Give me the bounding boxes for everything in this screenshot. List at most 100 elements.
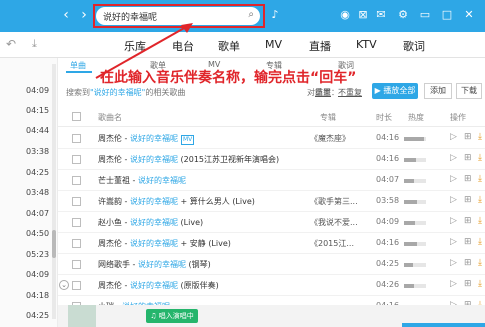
song-name[interactable]: 周杰伦 - 说好的幸福呢 (原版伴奏) bbox=[98, 280, 219, 291]
song-artist: 许嵩韵 - bbox=[98, 197, 130, 206]
play-icon[interactable]: ▷ bbox=[450, 174, 457, 184]
select-all-checkbox[interactable] bbox=[72, 112, 81, 121]
sort-reset-link[interactable]: 重置 bbox=[315, 87, 331, 98]
play-icon[interactable]: ▷ bbox=[450, 237, 457, 247]
download-button[interactable]: 下载 bbox=[456, 83, 482, 99]
song-suffix: + 算什么男人 (Live) bbox=[177, 197, 255, 206]
download-icon[interactable]: ⤓ bbox=[478, 132, 482, 142]
song-artist: 周杰伦 - bbox=[98, 155, 130, 164]
row-checkbox[interactable] bbox=[72, 176, 81, 185]
add-icon[interactable]: ⊞ bbox=[464, 216, 472, 226]
song-duration: 04:09 bbox=[376, 217, 400, 226]
download-icon[interactable]: ⤓ bbox=[478, 279, 482, 289]
song-name[interactable]: 周杰伦 - 说好的幸福呢 + 安静 (Live) bbox=[98, 238, 231, 249]
song-duration: 03:58 bbox=[376, 196, 400, 205]
add-icon[interactable]: ⊞ bbox=[464, 174, 472, 184]
heat-bar bbox=[404, 242, 417, 246]
row-checkbox[interactable] bbox=[72, 281, 81, 290]
play-icon[interactable]: ▷ bbox=[450, 195, 457, 205]
add-icon[interactable]: ⊞ bbox=[464, 237, 472, 247]
annotation-text: 在此输入音乐伴奏名称，输完点击“回车” bbox=[100, 70, 357, 86]
mv-badge[interactable]: MV bbox=[180, 135, 195, 145]
song-suffix: (钢琴) bbox=[185, 260, 211, 269]
col-ops: 操作 bbox=[450, 113, 466, 122]
table-row[interactable]: ⌄ 周杰伦 - 说好的幸福呢 (原版伴奏) 04:26 ▷ ⊞ ⤓ bbox=[58, 275, 485, 296]
song-duration: 04:25 bbox=[376, 259, 400, 268]
song-title: 说好的幸福呢 bbox=[137, 260, 186, 269]
download-icon[interactable]: ⤓ bbox=[478, 258, 482, 268]
karaoke-button[interactable]: ♫ 唱入演唱中 bbox=[146, 309, 198, 323]
heat-bar bbox=[404, 158, 416, 162]
heat-bar bbox=[404, 179, 414, 183]
download-icon[interactable]: ⤓ bbox=[478, 174, 482, 184]
table-row[interactable]: 许嵩韵 - 说好的幸福呢 + 算什么男人 (Live) 《歌手第三... 03:58… bbox=[58, 191, 485, 212]
song-title: 说好的幸福呢 bbox=[129, 218, 178, 227]
add-button[interactable]: 添加 bbox=[424, 83, 452, 99]
table-row[interactable]: 网络歌手 - 说好的幸福呢 (钢琴) 04:25 ▷ ⊞ ⤓ bbox=[58, 254, 485, 275]
song-artist: 赵小鱼 - bbox=[98, 218, 130, 227]
bottom-bar: ♫ 唱入演唱中 bbox=[58, 305, 485, 327]
avatar[interactable] bbox=[68, 305, 96, 327]
progress-bar[interactable] bbox=[402, 323, 485, 327]
download-icon[interactable]: ⤓ bbox=[478, 216, 482, 226]
row-checkbox[interactable] bbox=[72, 218, 81, 227]
add-icon[interactable]: ⊞ bbox=[464, 132, 472, 142]
play-icon[interactable]: ▷ bbox=[450, 279, 457, 289]
song-artist: 周杰伦 - bbox=[98, 281, 130, 290]
download-icon[interactable]: ⤓ bbox=[478, 195, 482, 205]
song-artist: 周杰伦 - bbox=[98, 134, 130, 143]
table-row[interactable]: 周杰伦 - 说好的幸福呢 + 安静 (Live) 《2015江... 04:16 ▷ ⊞… bbox=[58, 233, 485, 254]
expand-icon[interactable]: ⌄ bbox=[59, 280, 69, 290]
row-checkbox[interactable] bbox=[72, 155, 81, 164]
row-checkbox[interactable] bbox=[72, 239, 81, 248]
add-icon[interactable]: ⊞ bbox=[464, 258, 472, 268]
song-artist: 周杰伦 - bbox=[98, 239, 130, 248]
song-suffix: + 安静 (Live) bbox=[177, 239, 231, 248]
song-name[interactable]: 周杰伦 - 说好的幸福呢 (2015江苏卫视新年演唱会) bbox=[98, 154, 279, 165]
song-title: 说好的幸福呢 bbox=[129, 134, 178, 143]
play-icon[interactable]: ▷ bbox=[450, 216, 457, 226]
play-icon[interactable]: ▷ bbox=[450, 258, 457, 268]
play-all-button[interactable]: ▶ 播放全部 bbox=[372, 83, 418, 99]
song-name[interactable]: 赵小鱼 - 说好的幸福呢 (Live) bbox=[98, 217, 203, 228]
download-icon[interactable]: ⤓ bbox=[478, 237, 482, 247]
song-album[interactable]: 《2015江... bbox=[310, 238, 354, 249]
song-name[interactable]: 许嵩韵 - 说好的幸福呢 + 算什么男人 (Live) bbox=[98, 196, 255, 207]
song-duration: 04:16 bbox=[376, 238, 400, 247]
sort-dedupe-link[interactable]: 不重复 bbox=[338, 87, 362, 98]
add-icon[interactable]: ⊞ bbox=[464, 153, 472, 163]
heat-bar bbox=[404, 200, 417, 204]
add-icon[interactable]: ⊞ bbox=[464, 195, 472, 205]
song-suffix: (2015江苏卫视新年演唱会) bbox=[177, 155, 280, 164]
col-song: 歌曲名 bbox=[98, 113, 122, 122]
play-icon[interactable]: ▷ bbox=[450, 153, 457, 163]
table-row[interactable]: 周杰伦 - 说好的幸福呢 MV 《魔杰座》 04:16 ▷ ⊞ ⤓ bbox=[58, 128, 485, 149]
add-icon[interactable]: ⊞ bbox=[464, 279, 472, 289]
table-row[interactable]: 芒士董祖 - 说好的幸福呢 04:07 ▷ ⊞ ⤓ bbox=[58, 170, 485, 191]
song-album[interactable]: 《魔杰座》 bbox=[310, 133, 350, 144]
play-all-label: 播放全部 bbox=[383, 86, 416, 95]
song-title: 说好的幸福呢 bbox=[129, 155, 178, 164]
song-artist: 芒士董祖 - bbox=[98, 176, 138, 185]
song-title: 说好的幸福呢 bbox=[129, 239, 178, 248]
download-icon[interactable]: ⤓ bbox=[478, 153, 482, 163]
song-duration: 04:16 bbox=[376, 154, 400, 163]
result-suffix: 的相关歌曲 bbox=[145, 88, 186, 97]
table-row[interactable]: 赵小鱼 - 说好的幸福呢 (Live) 《我说不爱... 04:09 ▷ ⊞ ⤓ bbox=[58, 212, 485, 233]
song-suffix: (Live) bbox=[177, 218, 204, 227]
col-album: 专辑 bbox=[320, 113, 336, 122]
song-name[interactable]: 网络歌手 - 说好的幸福呢 (钢琴) bbox=[98, 259, 211, 270]
song-name[interactable]: 周杰伦 - 说好的幸福呢 MV bbox=[98, 133, 195, 145]
play-icon[interactable]: ▷ bbox=[450, 132, 457, 142]
row-checkbox[interactable] bbox=[72, 260, 81, 269]
heat-bar bbox=[404, 137, 424, 141]
row-checkbox[interactable] bbox=[72, 134, 81, 143]
song-album[interactable]: 《我说不爱... bbox=[310, 217, 358, 228]
song-name[interactable]: 芒士董祖 - 说好的幸福呢 bbox=[98, 175, 186, 186]
table-row[interactable]: 周杰伦 - 说好的幸福呢 (2015江苏卫视新年演唱会) 04:16 ▷ ⊞ ⤓ bbox=[58, 149, 485, 170]
table-header: 歌曲名 专辑 时长 热度 操作 bbox=[58, 107, 485, 127]
song-album[interactable]: 《歌手第三... bbox=[310, 196, 358, 207]
col-heat: 热度 bbox=[408, 113, 424, 122]
heat-bar bbox=[404, 284, 414, 288]
row-checkbox[interactable] bbox=[72, 197, 81, 206]
